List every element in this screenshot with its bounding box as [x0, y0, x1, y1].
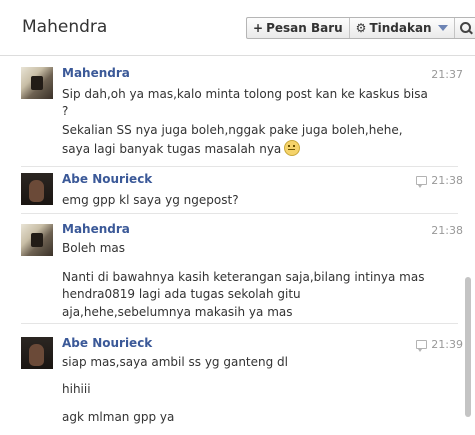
divider	[21, 213, 458, 214]
scrollbar-thumb[interactable]	[465, 277, 471, 417]
actions-label: Tindakan	[369, 21, 432, 35]
message-text: saya lagi banyak tugas masalah nya	[62, 142, 282, 156]
message-text: siap mas,saya ambil ss yg ganteng dl	[62, 355, 289, 369]
sender-name[interactable]: Mahendra	[62, 222, 130, 236]
actions-dropdown[interactable]: ⚙ Tindakan	[350, 18, 455, 38]
avatar[interactable]	[21, 224, 53, 256]
timestamp: 21:39	[431, 338, 463, 351]
gear-icon: ⚙	[355, 21, 367, 35]
avatar[interactable]	[21, 67, 53, 99]
avatar[interactable]	[21, 173, 53, 205]
message-text: hihiii	[62, 382, 91, 396]
message-text: emg gpp kl saya yg ngepost?	[62, 193, 239, 207]
new-message-button[interactable]: + Pesan Baru	[247, 18, 350, 38]
timestamp-with-reply: 21:38	[416, 174, 463, 188]
timestamp: 21:38	[431, 174, 463, 187]
reply-icon	[416, 340, 428, 352]
sender-name[interactable]: Mahendra	[62, 66, 130, 80]
new-message-label: Pesan Baru	[266, 21, 343, 35]
conversation-title: Mahendra	[22, 17, 108, 37]
timestamp-with-reply: 21:39	[416, 338, 463, 352]
sender-name[interactable]: Abe Nourieck	[62, 336, 152, 350]
search-button[interactable]	[455, 18, 475, 38]
message-text: aja,hehe,sebelumnya makasih ya mas	[62, 305, 293, 319]
message-text: ?	[62, 104, 69, 118]
reply-icon	[416, 176, 428, 188]
plus-icon: +	[253, 21, 264, 35]
message-text: Sekalian SS nya juga boleh,nggak pake ju…	[62, 123, 403, 137]
timestamp: 21:38	[431, 224, 463, 237]
message-thread: Mahendra 21:37 Sip dah,oh ya mas,kalo mi…	[0, 56, 475, 435]
message-text: Sip dah,oh ya mas,kalo minta tolong post…	[62, 87, 428, 101]
sender-name[interactable]: Abe Nourieck	[62, 172, 152, 186]
conversation-header: Mahendra + Pesan Baru ⚙ Tindakan	[0, 0, 475, 56]
message-text-with-emoji: saya lagi banyak tugas masalah nya	[62, 140, 457, 156]
toolbar: + Pesan Baru ⚙ Tindakan	[246, 17, 475, 39]
avatar[interactable]	[21, 337, 53, 369]
chevron-down-icon	[437, 25, 448, 31]
message-text: agk mlman gpp ya	[62, 410, 175, 424]
divider	[21, 166, 458, 167]
divider	[21, 323, 458, 324]
timestamp: 21:37	[431, 68, 463, 81]
message-text: Boleh mas	[62, 241, 126, 255]
message-text: Nanti di bawahnya kasih keterangan saja,…	[62, 270, 425, 284]
message-text: hendra0819 lagi ada tugas sekolah gitu	[62, 287, 301, 301]
search-icon	[459, 22, 472, 34]
smiley-icon	[284, 140, 301, 156]
